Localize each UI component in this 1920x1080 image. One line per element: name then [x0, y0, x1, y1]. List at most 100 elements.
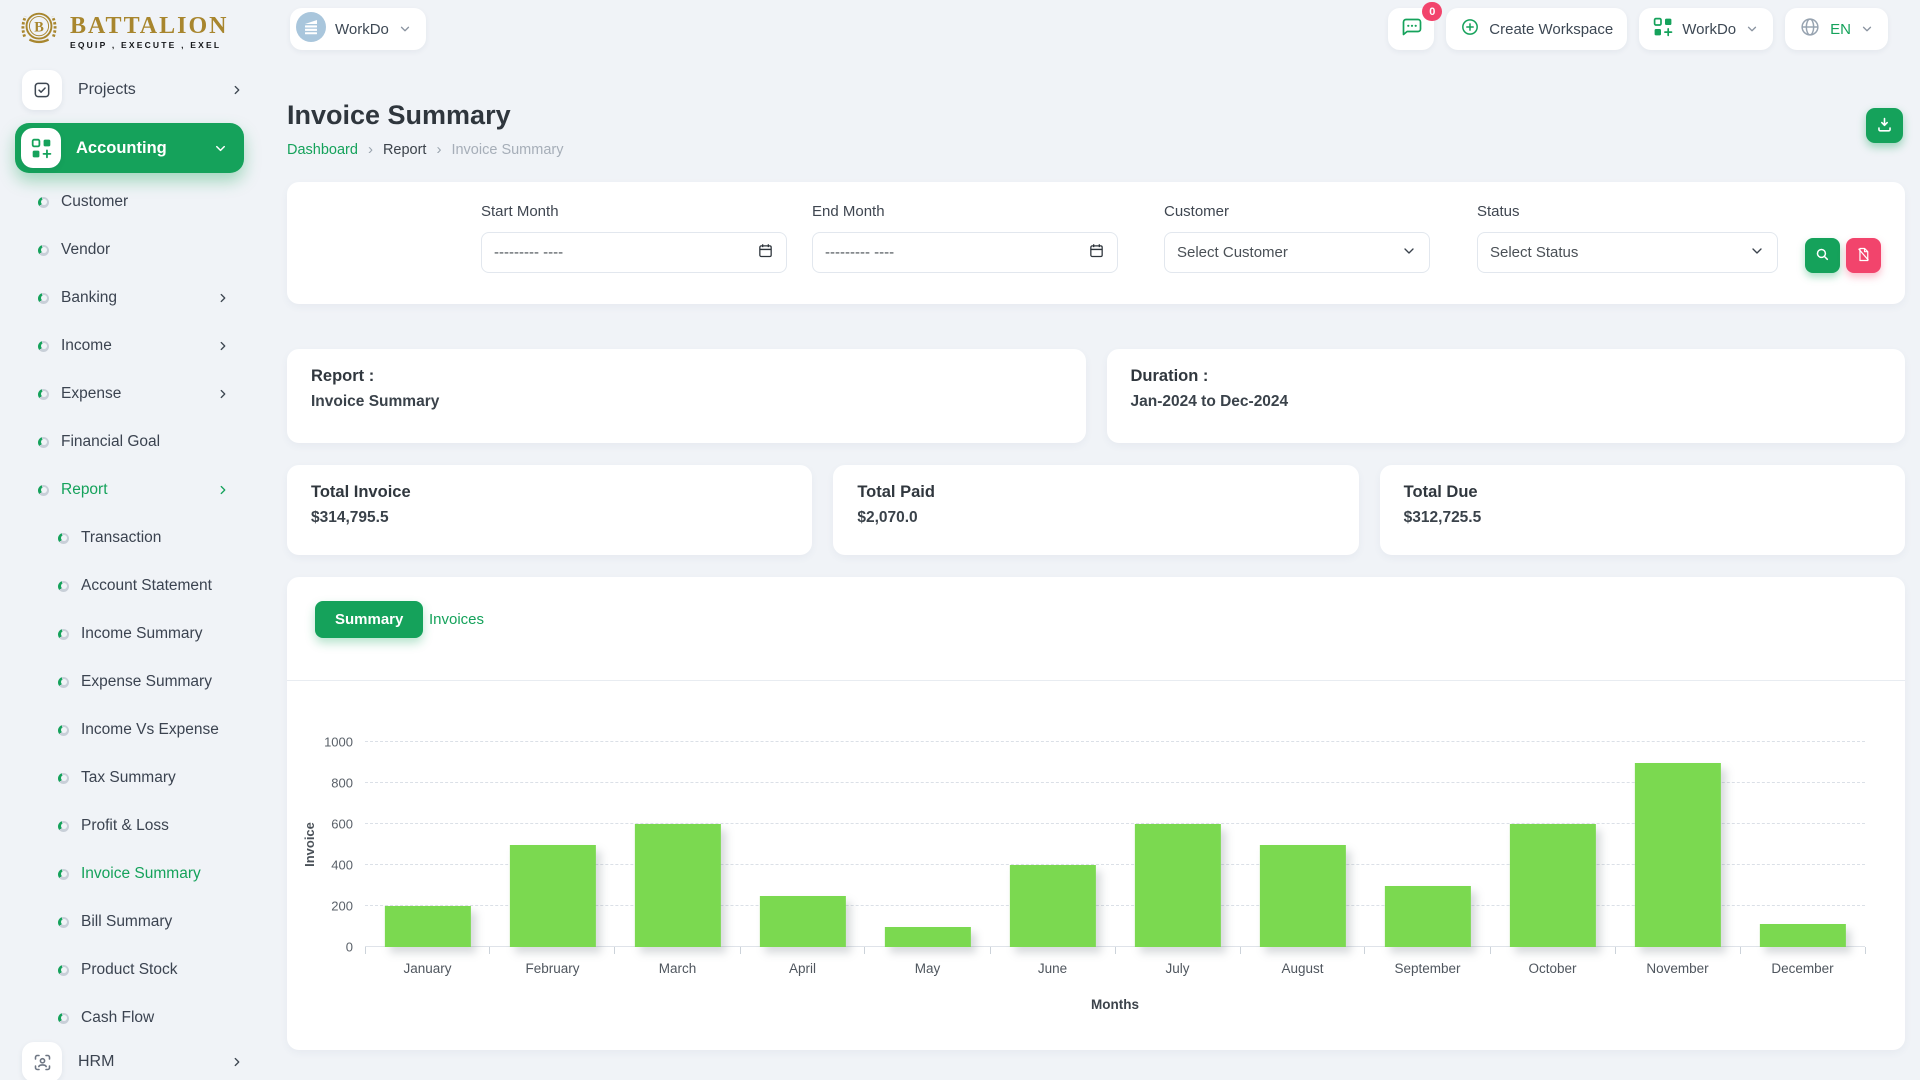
start-month-input[interactable]: --------- ---- — [481, 232, 787, 273]
bar-slot — [1240, 742, 1365, 947]
bar-slot — [365, 742, 490, 947]
total-paid-card: Total Paid $2,070.0 — [833, 465, 1358, 555]
file-slash-icon — [1855, 246, 1872, 266]
sidebar-item-hrm[interactable]: HRM — [22, 1042, 244, 1080]
customer-select[interactable]: Select Customer — [1164, 232, 1430, 273]
language-button[interactable]: EN — [1785, 8, 1888, 50]
status-select-value: Select Status — [1490, 244, 1749, 261]
sidebar-item-label: Expense Summary — [81, 673, 230, 691]
sidebar-item-vendor[interactable]: Vendor — [0, 226, 260, 274]
end-month-input[interactable]: --------- ---- — [812, 232, 1118, 273]
create-workspace-button[interactable]: Create Workspace — [1446, 8, 1627, 50]
bullet-icon — [58, 629, 69, 640]
sidebar-item-label: Profit & Loss — [81, 817, 230, 835]
svg-text:B: B — [34, 19, 44, 35]
sidebar-item-report[interactable]: Report — [0, 466, 260, 514]
bullet-icon — [58, 869, 69, 880]
workspace-switcher[interactable]: WorkDo — [290, 8, 426, 50]
sidebar-item-label: Customer — [61, 193, 230, 211]
language-code: EN — [1830, 21, 1851, 38]
breadcrumb: Dashboard › Report › Invoice Summary — [287, 141, 1905, 158]
sidebar-item-income-summary[interactable]: Income Summary — [0, 610, 260, 658]
y-tick-label: 1000 — [324, 735, 353, 750]
sidebar-item-projects[interactable]: Projects — [22, 70, 244, 110]
sidebar-item-label: Financial Goal — [61, 433, 230, 451]
sidebar-item-financial-goal[interactable]: Financial Goal — [0, 418, 260, 466]
bullet-icon — [58, 917, 69, 928]
sidebar-item-invoice-summary[interactable]: Invoice Summary — [0, 850, 260, 898]
bar-slot — [865, 742, 990, 947]
bullet-icon — [38, 341, 49, 352]
sidebar-item-cash-flow[interactable]: Cash Flow — [0, 994, 260, 1042]
page-header: Invoice Summary Dashboard › Report › Inv… — [287, 58, 1905, 158]
sidebar-item-transaction[interactable]: Transaction — [0, 514, 260, 562]
chart-bar-october — [1509, 824, 1595, 947]
breadcrumb-current: Invoice Summary — [451, 142, 563, 158]
chat-bubble-icon — [1399, 15, 1423, 43]
chevron-right-icon — [216, 483, 230, 497]
breadcrumb-report[interactable]: Report — [383, 142, 427, 158]
sidebar-item-product-stock[interactable]: Product Stock — [0, 946, 260, 994]
chart-bar-december — [1759, 924, 1845, 947]
sidebar-item-income-vs-expense[interactable]: Income Vs Expense — [0, 706, 260, 754]
bar-slot — [490, 742, 615, 947]
tab-invoices[interactable]: Invoices — [423, 601, 490, 638]
bullet-icon — [38, 485, 49, 496]
sidebar-menu: Customer VendorBankingIncomeExpense Financ… — [0, 178, 260, 1042]
grid-plus-icon — [1653, 17, 1673, 41]
sidebar-item-customer[interactable]: Customer — [0, 178, 260, 226]
status-label: Status — [1477, 203, 1778, 220]
x-tick-label: December — [1740, 961, 1865, 976]
brand-name: BATTALION — [70, 14, 228, 38]
sidebar-item-expense[interactable]: Expense — [0, 370, 260, 418]
tab-summary[interactable]: Summary — [315, 601, 423, 638]
x-axis-labels: JanuaryFebruaryMarchAprilMayJuneJulyAugu… — [365, 961, 1865, 976]
search-icon — [1814, 246, 1831, 266]
sidebar-item-label: Account Statement — [81, 577, 230, 595]
download-icon — [1875, 115, 1894, 137]
sidebar-item-income[interactable]: Income — [0, 322, 260, 370]
axis-tick — [365, 947, 366, 954]
bar-slot — [990, 742, 1115, 947]
x-tick-label: March — [615, 961, 740, 976]
plus-circle-icon — [1460, 17, 1480, 41]
calendar-icon — [757, 242, 774, 263]
chart-bar-march — [634, 824, 720, 947]
start-month-placeholder: --------- ---- — [494, 244, 757, 261]
workdo-menu-button[interactable]: WorkDo — [1639, 8, 1773, 50]
search-button[interactable] — [1805, 238, 1840, 273]
sidebar-item-profit-loss[interactable]: Profit & Loss — [0, 802, 260, 850]
start-month-label: Start Month — [481, 203, 787, 220]
filter-panel: Start Month --------- ---- End Month ---… — [287, 182, 1905, 304]
reset-filter-button[interactable] — [1846, 238, 1881, 273]
totals-row: Total Invoice $314,795.5 Total Paid $2,0… — [287, 465, 1905, 555]
sidebar-item-banking[interactable]: Banking — [0, 274, 260, 322]
sidebar-item-account-statement[interactable]: Account Statement — [0, 562, 260, 610]
download-button[interactable] — [1866, 108, 1903, 143]
messages-count-badge: 0 — [1422, 2, 1442, 21]
axis-tick — [740, 947, 741, 954]
total-due-label: Total Due — [1404, 483, 1881, 502]
x-tick-label: October — [1490, 961, 1615, 976]
header-actions: 0 Create Workspace WorkDo EN — [1388, 8, 1888, 50]
sidebar-item-bill-summary[interactable]: Bill Summary — [0, 898, 260, 946]
customer-select-value: Select Customer — [1177, 244, 1401, 261]
breadcrumb-dashboard[interactable]: Dashboard — [287, 142, 358, 158]
axis-tick — [1865, 947, 1866, 954]
x-tick-label: August — [1240, 961, 1365, 976]
sidebar-item-label: Income Summary — [81, 625, 230, 643]
checkbox-icon — [22, 70, 62, 110]
sidebar-item-tax-summary[interactable]: Tax Summary — [0, 754, 260, 802]
chevron-down-icon — [398, 22, 412, 36]
sidebar-item-expense-summary[interactable]: Expense Summary — [0, 658, 260, 706]
messages-button[interactable]: 0 — [1388, 8, 1434, 50]
bullet-icon — [58, 965, 69, 976]
axis-tick — [1364, 947, 1365, 954]
status-select[interactable]: Select Status — [1477, 232, 1778, 273]
duration-card-value: Jan-2024 to Dec-2024 — [1131, 393, 1882, 411]
bar-slot — [1615, 742, 1740, 947]
sidebar-item-accounting[interactable]: Accounting — [15, 123, 244, 173]
y-tick-label: 200 — [331, 899, 353, 914]
chart-bar-july — [1134, 824, 1220, 947]
x-tick-label: June — [990, 961, 1115, 976]
